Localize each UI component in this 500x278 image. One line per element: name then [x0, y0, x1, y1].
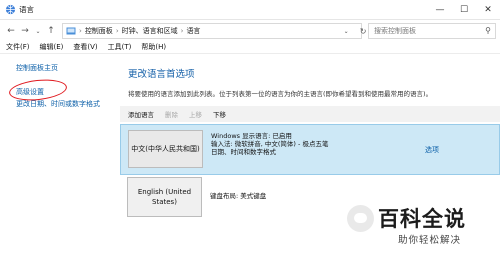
- sidebar-item-control-panel-home[interactable]: 控制面板主页: [16, 63, 58, 73]
- watermark-title: 百科全说: [378, 207, 466, 231]
- breadcrumb-separator: ›: [180, 27, 184, 35]
- add-language-button[interactable]: 添加语言: [128, 109, 154, 119]
- navigation-bar: ← → ⌄ ↑ › 控制面板 › 时钟、语言和区域 › 语言 ⌄ ↻ 搜索控制面…: [0, 21, 500, 41]
- language-name: 中文(中华人民共和国): [131, 145, 200, 153]
- address-controls: ⌄ ↻: [338, 23, 372, 39]
- menu-bar: 文件(F) 编辑(E) 查看(V) 工具(T) 帮助(H): [0, 41, 500, 54]
- minimize-button[interactable]: —: [428, 0, 452, 20]
- move-down-button[interactable]: 下移: [213, 109, 226, 119]
- move-up-button[interactable]: 上移: [189, 109, 202, 119]
- page-description: 将要使用的语言添加到此列表。位于列表第一位的语言为你的主语言(即你希望看到和使用…: [128, 90, 433, 98]
- refresh-icon[interactable]: ↻: [360, 27, 367, 36]
- language-details: 键盘布局: 美式键盘: [210, 192, 266, 200]
- forward-arrow-icon[interactable]: →: [18, 24, 32, 38]
- back-arrow-icon[interactable]: ←: [4, 24, 18, 38]
- language-name-button[interactable]: English (United States): [127, 177, 202, 217]
- language-detail-line: 输入法: 微软拼音, 中文(简体) - 极点五笔: [211, 140, 329, 148]
- menu-tools[interactable]: 工具(T): [108, 42, 132, 52]
- up-arrow-icon[interactable]: ↑: [44, 24, 58, 38]
- language-options-link[interactable]: 选项: [425, 145, 439, 155]
- window-title: 语言: [19, 5, 34, 14]
- search-input[interactable]: 搜索控制面板: [374, 26, 416, 36]
- control-panel-icon: [66, 27, 76, 35]
- search-icon[interactable]: ⚲: [485, 26, 491, 35]
- remove-language-button[interactable]: 删除: [165, 109, 178, 119]
- address-bar[interactable]: › 控制面板 › 时钟、语言和区域 › 语言: [62, 23, 362, 39]
- language-name-button[interactable]: 中文(中华人民共和国): [128, 130, 203, 168]
- language-details: Windows 显示语言: 已启用 输入法: 微软拼音, 中文(简体) - 极点…: [211, 132, 328, 156]
- close-button[interactable]: ✕: [476, 0, 500, 20]
- breadcrumb-separator: ›: [115, 27, 119, 35]
- menu-edit[interactable]: 编辑(E): [40, 42, 64, 52]
- breadcrumb-clock-language-region[interactable]: 时钟、语言和区域: [122, 26, 178, 36]
- watermark-logo-icon: [347, 205, 374, 232]
- language-name: English (United States): [137, 188, 192, 206]
- menu-help[interactable]: 帮助(H): [141, 42, 166, 52]
- watermark-subtitle: 助你轻松解决: [398, 235, 462, 246]
- language-row-selected[interactable]: 中文(中华人民共和国) Windows 显示语言: 已启用 输入法: 微软拼音,…: [120, 124, 500, 175]
- language-detail-line: 日期、时间和数字格式: [211, 148, 276, 156]
- title-bar: 语言 — ☐ ✕: [0, 0, 500, 20]
- menu-view[interactable]: 查看(V): [73, 42, 97, 52]
- breadcrumb-control-panel[interactable]: 控制面板: [85, 26, 113, 36]
- search-box[interactable]: 搜索控制面板 ⚲: [368, 23, 496, 39]
- page-title: 更改语言首选项: [128, 69, 195, 80]
- maximize-button[interactable]: ☐: [452, 0, 476, 20]
- globe-language-icon: [5, 4, 16, 15]
- breadcrumb-separator: ›: [79, 27, 82, 35]
- recent-pages-chevron-icon[interactable]: ⌄: [31, 24, 45, 38]
- language-detail-line: Windows 显示语言: 已启用: [211, 132, 292, 140]
- address-dropdown-icon[interactable]: ⌄: [344, 28, 349, 35]
- menu-file[interactable]: 文件(F): [6, 42, 30, 52]
- breadcrumb-language[interactable]: 语言: [186, 26, 200, 36]
- language-toolbar: 添加语言 删除 上移 下移: [120, 106, 500, 122]
- language-detail-line: 键盘布局: 美式键盘: [210, 192, 267, 200]
